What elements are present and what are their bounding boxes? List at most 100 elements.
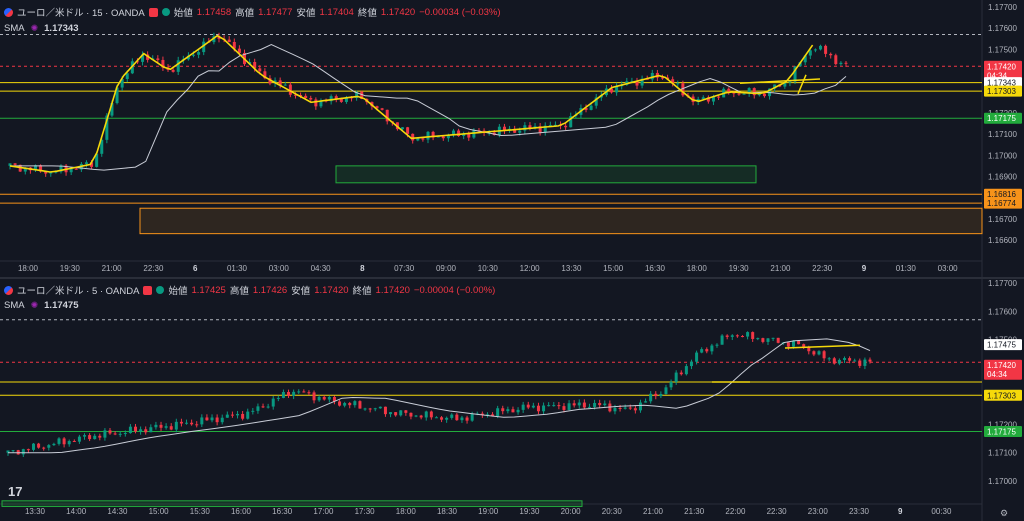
price-tick-label: 1.17500	[988, 45, 1017, 54]
candle-body	[839, 62, 843, 65]
tradingview-logo-icon[interactable]: 17	[8, 484, 22, 499]
candle-body	[674, 372, 678, 382]
price-tick-label: 1.17600	[988, 24, 1017, 33]
candle-body	[567, 403, 571, 410]
time-tick-label: 9	[898, 507, 903, 516]
candle-body	[404, 410, 408, 413]
candle-body	[21, 449, 25, 455]
alert-icon[interactable]	[148, 7, 158, 17]
candle-body	[598, 402, 602, 406]
candle-body	[174, 421, 178, 430]
symbol-title[interactable]: ユーロ／米ドル · 15 · OANDA	[17, 5, 145, 19]
candle-body	[761, 338, 765, 342]
candle-body	[72, 441, 76, 443]
chart-pane-15m[interactable]: 1.177001.176001.175001.174001.173001.172…	[0, 0, 1024, 278]
candle-body	[258, 68, 262, 72]
time-tick-label: 16:30	[272, 507, 293, 516]
candle-body	[511, 409, 515, 413]
candle-body	[552, 405, 556, 407]
price-label-text: 1.17420	[987, 361, 1016, 370]
candle-body	[227, 39, 231, 42]
candle-body	[536, 405, 540, 412]
candle-body	[516, 409, 520, 413]
candle-body	[62, 438, 66, 445]
candle-body	[700, 349, 704, 353]
sma-label[interactable]: SMA	[4, 300, 25, 311]
price-chart-5m[interactable]: 1.177001.176001.175001.174001.173001.172…	[0, 279, 1024, 521]
candle-body	[409, 412, 413, 417]
price-tick-label: 1.16700	[988, 215, 1017, 224]
candle-body	[531, 405, 535, 408]
time-tick-label: 19:00	[478, 507, 499, 516]
candle-body	[98, 435, 102, 438]
candle-body	[125, 73, 129, 80]
candle-body	[414, 415, 418, 417]
candle-body	[156, 58, 160, 60]
candle-body	[358, 401, 362, 409]
candle-body	[426, 131, 430, 140]
candle-body	[169, 426, 173, 430]
candle-body	[401, 127, 405, 130]
sma-indicator-legend[interactable]: SMA ✺ 1.17475	[4, 300, 78, 311]
ohlc-high-key: 高値	[229, 286, 249, 297]
candle-body	[521, 404, 525, 410]
green-zone-box	[335, 165, 757, 184]
time-tick-label: 15:30	[190, 507, 211, 516]
candle-body	[416, 138, 420, 141]
price-label-text: 1.17175	[987, 428, 1016, 437]
symbol-legend[interactable]: ユーロ／米ドル · 15 · OANDA 始値 1.17458 高値 1.17477…	[4, 5, 501, 19]
candle-body	[11, 450, 15, 452]
candle-body	[164, 426, 168, 428]
ohlc-low-value: 1.17420	[314, 284, 349, 296]
sma-value: 1.17475	[44, 300, 79, 311]
symbol-title[interactable]: ユーロ／米ドル · 5 · OANDA	[17, 283, 139, 297]
ohlc-close-key: 終値	[357, 8, 377, 19]
time-tick-label: 17:00	[313, 507, 334, 516]
candle-body	[195, 424, 199, 426]
candle-body	[644, 401, 648, 403]
settings-icon[interactable]: ✺	[31, 23, 39, 34]
candle-body	[472, 130, 476, 138]
time-tick-label: 03:00	[938, 264, 959, 273]
candle-body	[832, 358, 836, 364]
candle-body	[788, 81, 792, 83]
candle-body	[817, 351, 821, 355]
sma-indicator-legend[interactable]: SMA ✺ 1.17343	[4, 23, 78, 34]
candle-body	[210, 417, 214, 421]
settings-icon[interactable]: ✺	[31, 300, 39, 311]
moving-average-yellow	[9, 34, 814, 173]
candle-body	[394, 412, 398, 416]
orange-zone-box	[139, 207, 983, 235]
candle-body	[197, 52, 201, 55]
candle-body	[297, 391, 301, 393]
symbol-legend[interactable]: ユーロ／米ドル · 5 · OANDA 始値 1.17425 高値 1.17426 …	[4, 283, 495, 297]
candle-body	[756, 338, 760, 340]
chart-settings-icon[interactable]: ⚙	[1000, 508, 1008, 519]
trend-segment	[784, 344, 861, 349]
price-label-countdown: 04:34	[987, 370, 1008, 379]
candle-body	[317, 396, 321, 401]
candle-body	[128, 426, 132, 434]
alert-icon[interactable]	[143, 285, 153, 295]
candle-body	[225, 414, 229, 418]
sma-label[interactable]: SMA	[4, 23, 25, 34]
candle-body	[236, 413, 240, 416]
candle-body	[771, 337, 775, 339]
candle-body	[705, 349, 709, 352]
chart-pane-5m[interactable]: 1.177001.176001.175001.174001.173001.172…	[0, 279, 1024, 521]
candle-body	[802, 344, 806, 347]
candle-body	[717, 96, 721, 98]
price-chart-15m[interactable]: 1.177001.176001.175001.174001.173001.172…	[0, 0, 1024, 278]
candle-body	[307, 392, 311, 394]
price-tick-label: 1.17000	[988, 477, 1017, 486]
candle-body	[343, 403, 347, 406]
currency-flag-icon	[4, 285, 13, 295]
ohlc-close-value: 1.17420	[380, 6, 416, 18]
candle-body	[844, 62, 848, 64]
currency-flag-icon	[4, 7, 13, 17]
candle-body	[429, 411, 433, 418]
time-tick-label: 01:30	[896, 264, 917, 273]
candle-body	[557, 405, 561, 407]
candle-body	[339, 99, 343, 102]
candle-body	[47, 445, 51, 448]
